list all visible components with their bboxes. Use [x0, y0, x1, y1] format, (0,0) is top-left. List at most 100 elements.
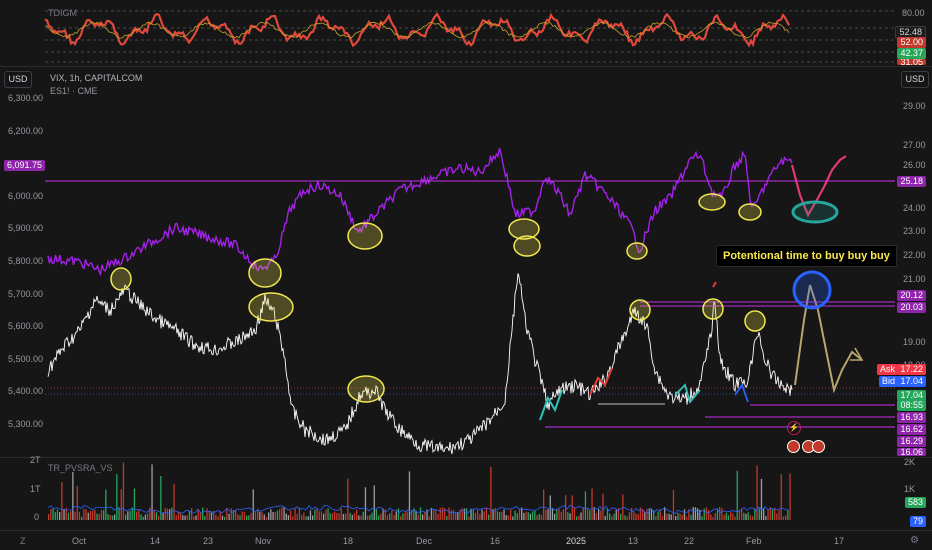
volume-bar	[389, 513, 391, 520]
volume-bar	[496, 511, 499, 520]
gear-icon[interactable]: ⚙	[910, 535, 919, 546]
volume-indicator-label[interactable]: TR_PVSRA_VS	[48, 463, 113, 473]
left-scale-5600: 5,600.00	[8, 321, 44, 331]
volume-bar	[604, 516, 606, 520]
ask-label: Ask	[876, 364, 898, 375]
volume-bar	[723, 514, 725, 520]
volume-bar	[602, 493, 604, 520]
volume-bar	[362, 511, 364, 520]
volume-bar	[142, 516, 144, 520]
volume-bar	[371, 512, 373, 520]
volume-bar	[116, 474, 118, 520]
volume-bar	[721, 508, 723, 520]
volume-bar	[690, 514, 692, 520]
time-label: 23	[203, 536, 214, 546]
lightning-icon[interactable]: ⚡	[787, 421, 801, 435]
right-scale-29: 29.00	[903, 101, 926, 111]
volume-bar	[446, 516, 448, 520]
volume-bar	[743, 512, 745, 520]
volume-bar	[129, 510, 131, 520]
volume-bar	[756, 465, 758, 520]
volume-bar	[131, 507, 133, 520]
volume-bar	[710, 514, 712, 520]
volume-bar	[782, 516, 785, 520]
marker	[712, 281, 717, 288]
vol-scale-2k: 2K	[904, 457, 916, 467]
zoom-out-icon[interactable]: Z	[20, 536, 26, 546]
volume-bar	[540, 514, 543, 520]
level-tag-25-18: 25.18	[897, 176, 926, 187]
volume-bar	[191, 508, 193, 520]
volume-bar	[437, 514, 439, 520]
volume-bar	[279, 509, 281, 520]
volume-bar	[160, 476, 162, 520]
volume-bar	[633, 512, 635, 520]
volume-bar	[408, 471, 411, 520]
volume-bar	[466, 508, 468, 520]
volume-bar	[558, 508, 560, 520]
es-price-line	[47, 147, 793, 277]
volume-bar	[281, 507, 283, 520]
volume-bar	[591, 488, 593, 520]
volume-bar	[204, 515, 206, 520]
volume-bar	[435, 510, 437, 520]
volume-bar	[292, 516, 294, 520]
volume-bar	[48, 514, 50, 520]
volume-bar	[195, 515, 197, 520]
volume-bar	[549, 495, 551, 520]
volume-bar	[144, 514, 147, 520]
volume-bar	[499, 512, 501, 520]
volume-bar	[523, 512, 525, 520]
volume-bar	[719, 507, 721, 520]
volume-bar	[639, 507, 642, 520]
volume-bar	[127, 511, 129, 520]
volume-bar	[767, 509, 769, 520]
volume-bar	[587, 509, 589, 520]
osc-scale-80: 80.00	[902, 8, 925, 18]
volume-bar	[105, 489, 107, 520]
volume-bar	[543, 489, 545, 520]
volume-bar	[356, 509, 358, 520]
volume-bar	[74, 511, 76, 520]
volume-bar	[272, 512, 274, 520]
flag-icon[interactable]	[787, 440, 800, 453]
volume-bar	[734, 516, 736, 520]
volume-bar	[158, 515, 160, 520]
volume-bar	[518, 509, 521, 520]
volume-bar	[527, 512, 529, 520]
volume-bar	[136, 511, 138, 520]
volume-bar	[109, 515, 111, 520]
volume-bar	[551, 507, 554, 520]
annotation-callout[interactable]: Potentional time to buy buy buy	[716, 245, 897, 267]
volume-bar	[635, 513, 637, 520]
volume-bar	[727, 515, 730, 520]
volume-bar	[309, 510, 312, 520]
pane-separator-bottom[interactable]	[0, 457, 932, 458]
flag-icon[interactable]	[812, 440, 825, 453]
currency-right-button[interactable]: USD	[901, 71, 929, 88]
volume-bar	[428, 516, 430, 520]
volume-bar	[312, 515, 314, 520]
volume-bar	[246, 515, 248, 520]
volume-bar	[296, 514, 298, 520]
currency-left-button[interactable]: USD	[4, 71, 32, 88]
overlay-legend[interactable]: ES1! · CME	[50, 86, 98, 96]
right-scale-26: 26.00	[903, 160, 926, 170]
pane-separator-top[interactable]	[0, 66, 932, 67]
volume-bar	[285, 513, 287, 520]
volume-bar	[241, 511, 243, 520]
symbol-legend[interactable]: VIX, 1h, CAPITALCOM	[50, 73, 142, 83]
volume-bar	[125, 514, 127, 520]
right-scale-23: 23.00	[903, 226, 926, 236]
volume-bar	[314, 509, 316, 520]
volume-bar	[615, 509, 617, 520]
volume-bar	[580, 512, 582, 520]
oscillator-signal-line	[44, 21, 790, 39]
volume-bar	[470, 508, 472, 520]
volume-bar	[501, 511, 503, 520]
volume-bar	[301, 515, 303, 520]
volume-bar	[114, 514, 116, 520]
volume-bar	[452, 509, 455, 520]
volume-bar	[657, 511, 659, 520]
highlight-ellipse	[698, 193, 726, 211]
